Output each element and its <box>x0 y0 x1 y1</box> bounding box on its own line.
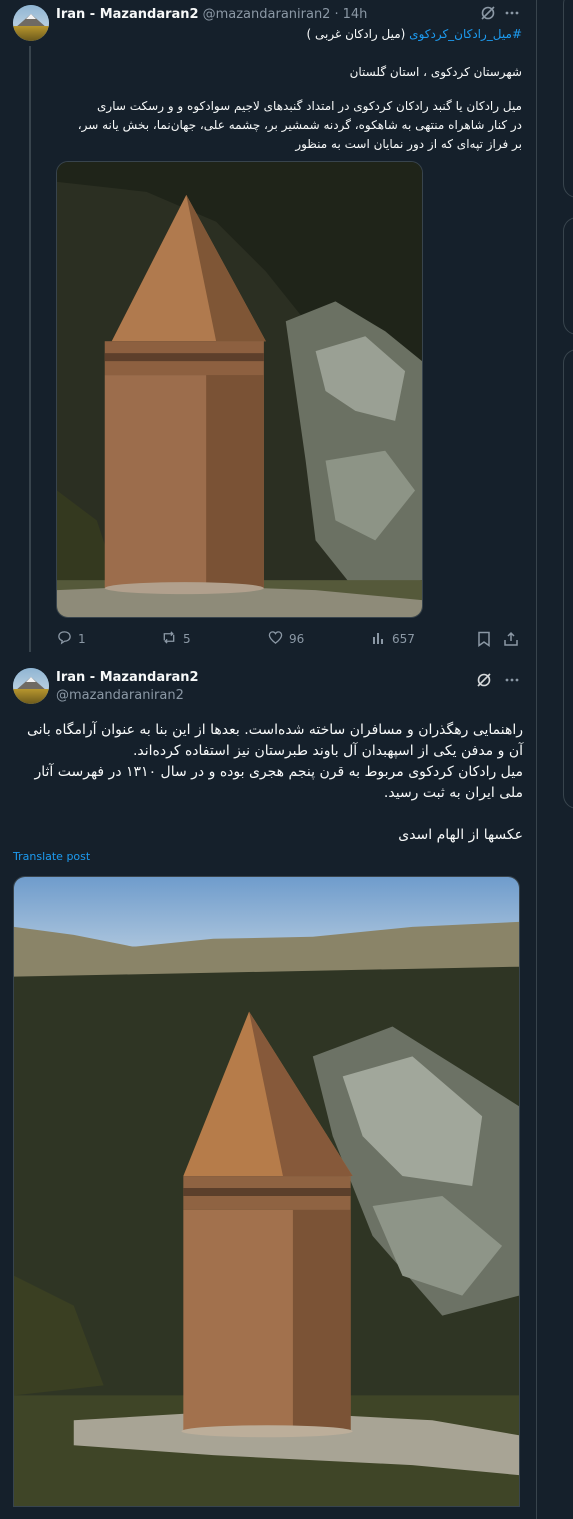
tweet-text-line: میل رادکان یا گنبد رادکان کردکوی در امتد… <box>97 99 522 113</box>
tweet-text-line: عکسها از الهام اسدی <box>398 827 523 843</box>
text-span: (میل رادکان غربی ) <box>306 27 410 41</box>
views-icon <box>372 631 386 648</box>
side-panel-card <box>563 0 573 198</box>
repost-button[interactable]: 5 <box>161 630 191 648</box>
reply-icon <box>57 630 72 648</box>
timestamp[interactable]: 14h <box>343 7 368 22</box>
author-name[interactable]: Iran - Mazandaran2 <box>56 670 199 686</box>
tweet-photo[interactable] <box>56 161 423 618</box>
bookmark-icon[interactable] <box>477 631 491 651</box>
thread-line <box>29 46 31 652</box>
more-icon[interactable] <box>504 672 520 692</box>
like-button[interactable]: 96 <box>268 630 304 648</box>
repost-count: 5 <box>183 632 191 646</box>
tweet-text-line: #میل_رادکان_کردکوی (میل رادکان غربی ) <box>60 26 522 42</box>
grok-icon[interactable] <box>480 5 496 25</box>
like-icon <box>268 630 283 648</box>
tweet-text-line: راهنمایی رهگذران و مسافران ساخته شده‌است… <box>26 722 523 738</box>
author-name[interactable]: Iran - Mazandaran2 <box>56 7 199 22</box>
column-divider <box>536 0 537 1519</box>
tweet-text-line: آن و مدفن یکی از اسپهبدان آل باوند طبرست… <box>132 743 523 759</box>
more-icon[interactable] <box>504 5 520 25</box>
author-handle[interactable]: @mazandaraniran2 <box>203 7 331 22</box>
author-handle[interactable]: @mazandaraniran2 <box>56 688 184 704</box>
avatar[interactable] <box>13 668 49 704</box>
grok-icon[interactable] <box>476 672 492 692</box>
tweet-photo[interactable] <box>13 876 520 1507</box>
reply-count: 1 <box>78 632 86 646</box>
separator: · <box>334 6 339 22</box>
tweet-text-line: در کنار شاهراه منتهی به شاهکوه، گردنه شم… <box>77 118 522 132</box>
share-icon[interactable] <box>503 631 519 651</box>
views-count: 657 <box>392 632 415 646</box>
side-panel-card <box>563 217 573 335</box>
like-count: 96 <box>289 632 305 646</box>
hashtag-link[interactable]: #میل_رادکان_کردکوی <box>409 27 522 41</box>
views-button[interactable]: 657 <box>372 630 415 648</box>
repost-icon <box>161 630 177 648</box>
avatar[interactable] <box>13 5 49 41</box>
tweet-text-line: ملی ایران به ثبت رسید. <box>383 785 523 801</box>
tweet-header: Iran - Mazandaran2 @mazandaraniran2 · 14… <box>56 6 367 22</box>
translate-post-link[interactable]: Translate post <box>13 850 90 863</box>
tweet-text-line: میل رادکان کردکوی مربوط به قرن پنجم هجری… <box>34 764 524 780</box>
side-panel-card <box>563 349 573 809</box>
tweet-text-line: بر فراز تپه‌ای که از دور نمایان است به م… <box>295 137 522 151</box>
tweet-text-line: شهرستان کردکوی ، استان گلستان <box>349 65 522 79</box>
reply-button[interactable]: 1 <box>57 630 86 648</box>
